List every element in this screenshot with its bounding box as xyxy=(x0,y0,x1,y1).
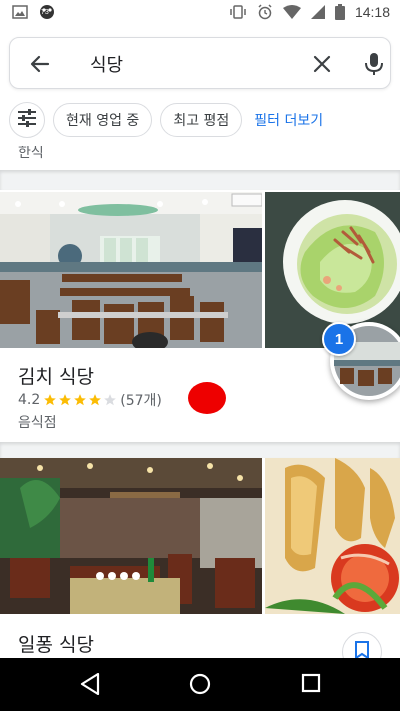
sliders-icon xyxy=(17,109,37,131)
microphone-icon[interactable] xyxy=(362,51,386,77)
search-box[interactable]: 식당 xyxy=(9,37,391,89)
filter-settings-button[interactable] xyxy=(9,102,45,138)
status-time: 14:18 xyxy=(354,4,390,20)
wifi-icon xyxy=(282,5,301,19)
recents-nav-icon[interactable] xyxy=(301,673,321,693)
back-nav-icon[interactable] xyxy=(80,673,100,695)
rating-value: 4.2 xyxy=(18,392,41,408)
result-name[interactable]: 김치 식당 xyxy=(18,362,94,389)
map-pin-number: 1 xyxy=(322,322,356,356)
search-query[interactable]: 식당 xyxy=(90,51,123,77)
vibrate-icon xyxy=(229,4,247,20)
alarm-icon xyxy=(257,4,273,20)
list-divider xyxy=(0,442,400,458)
star-icon xyxy=(89,394,102,406)
bookmark-icon xyxy=(355,641,369,658)
restaurant-interior-photo[interactable] xyxy=(0,192,262,348)
list-divider xyxy=(0,170,400,190)
status-bar: 73 14:18 xyxy=(0,0,400,28)
star-rating xyxy=(43,393,117,407)
cell-signal-icon xyxy=(310,5,325,19)
rating-row: 4.2 (57개) xyxy=(18,390,162,410)
more-filters-link[interactable]: 필터 더보기 xyxy=(250,110,327,130)
result-name[interactable]: 일퐁 식당 xyxy=(18,630,94,657)
filter-bar: 현재 영업 중 최고 평점 필터 더보기 xyxy=(9,102,327,138)
clear-icon[interactable] xyxy=(310,52,334,76)
image-notification-icon xyxy=(12,5,28,19)
notification-badge: 73 xyxy=(41,9,49,16)
star-icon xyxy=(44,394,57,406)
chip-open-now[interactable]: 현재 영업 중 xyxy=(53,103,153,137)
star-empty-icon xyxy=(104,394,117,406)
back-arrow-icon[interactable] xyxy=(28,52,52,76)
results-list[interactable]: 한식 1 김치 식당 4.2 (57개) 음식점 일퐁 식당 xyxy=(0,146,400,658)
result-category: 음식점 xyxy=(18,415,57,431)
fried-fish-photo[interactable] xyxy=(265,458,400,614)
home-nav-icon[interactable] xyxy=(189,673,211,695)
chip-top-rated[interactable]: 최고 평점 xyxy=(160,103,243,137)
system-nav-bar xyxy=(0,658,400,711)
save-button[interactable] xyxy=(342,632,382,658)
star-icon xyxy=(74,394,87,406)
star-icon xyxy=(59,394,72,406)
battery-icon xyxy=(334,4,345,20)
previous-result-category: 한식 xyxy=(18,146,44,161)
restaurant-hall-photo[interactable] xyxy=(0,458,262,614)
app-notification-icon: 73 xyxy=(38,4,56,20)
red-marker-dot xyxy=(188,382,226,414)
review-count: (57개) xyxy=(120,393,162,409)
